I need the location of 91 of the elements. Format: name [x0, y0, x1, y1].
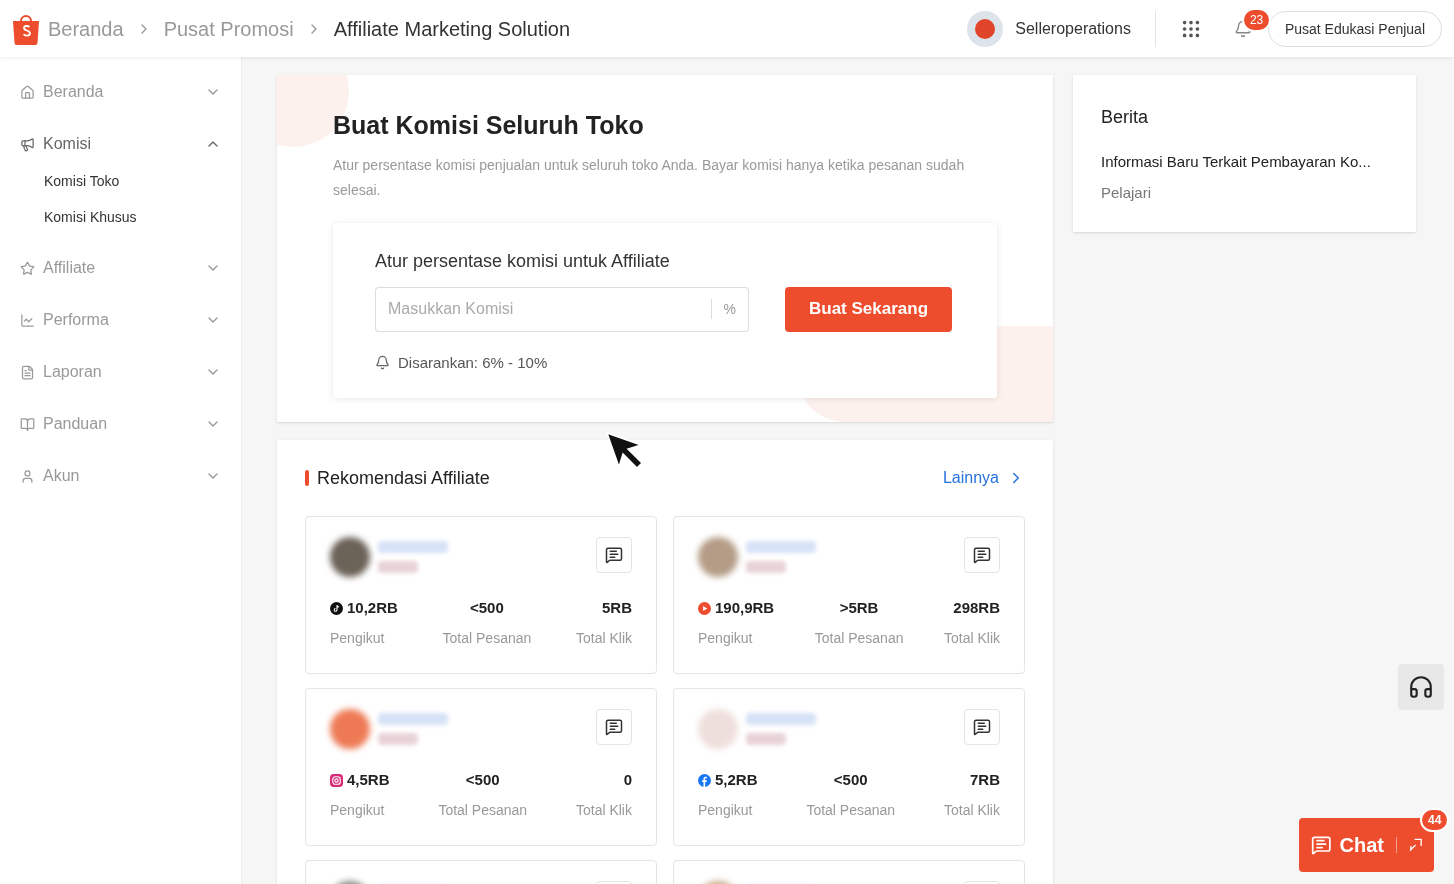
sidebar-item[interactable]: Panduan: [20, 405, 221, 443]
blurred-name-placeholder: [378, 713, 448, 725]
chat-button[interactable]: [596, 709, 632, 745]
news-title: Berita: [1101, 106, 1150, 129]
avatar-placeholder: [330, 537, 370, 577]
chat-bubble-icon: [1311, 834, 1332, 856]
sidebar-item[interactable]: Beranda: [20, 73, 221, 111]
blurred-name-placeholder: [746, 713, 816, 725]
play-icon: [698, 601, 711, 615]
stat-label: Total Pesanan: [438, 800, 528, 820]
stat-value: 10,2RB: [347, 598, 398, 618]
stat-label: Total Klik: [943, 628, 1000, 648]
sidebar-item[interactable]: Laporan: [20, 353, 221, 391]
section-title: Rekomendasi Affiliate: [317, 467, 490, 490]
stat-value: <500: [833, 770, 868, 790]
stat-label: Pengikut: [698, 628, 753, 648]
avatar-placeholder: [698, 709, 738, 749]
stat-value: 298RB: [953, 598, 1000, 618]
sidebar-subitem[interactable]: Komisi Toko: [20, 163, 221, 199]
sidebar-subitem[interactable]: Komisi Khusus: [20, 199, 221, 235]
stat-label: Total Pesanan: [806, 800, 896, 820]
f-logo-icon: [698, 773, 711, 787]
sidebar-item-icon: [20, 84, 35, 100]
sidebar-item[interactable]: Affiliate: [20, 249, 221, 287]
blurred-tags-placeholder: [378, 561, 418, 573]
headset-icon: [1408, 674, 1434, 700]
camera-icon: [330, 773, 343, 787]
sidebar-item-icon: [20, 468, 35, 484]
news-headline[interactable]: Informasi Baru Terkait Pembayaran Ko...: [1101, 151, 1388, 174]
create-now-button[interactable]: Buat Sekarang: [785, 286, 953, 332]
sidebar-item[interactable]: Komisi: [20, 125, 221, 163]
sidebar-item-icon: [20, 416, 35, 432]
username[interactable]: Selleroperations: [1015, 16, 1131, 41]
expand-icon: [1408, 838, 1422, 852]
chat-icon: [605, 718, 623, 736]
learn-link[interactable]: Pelajari: [1101, 181, 1388, 204]
avatar-placeholder: [330, 709, 370, 749]
chat-button[interactable]: [596, 537, 632, 573]
sidebar-item-icon: [20, 312, 35, 328]
avatar-figure-icon: [975, 18, 996, 39]
bell-icon: [375, 355, 390, 371]
chat-badge: 44: [1420, 808, 1450, 832]
stat-label: Total Klik: [575, 628, 632, 648]
form-label: Atur persentase komisi untuk Affiliate: [375, 249, 671, 273]
note-icon: [330, 601, 343, 615]
stat-label: Total Klik: [943, 800, 1000, 820]
more-link[interactable]: Lainnya: [942, 466, 1025, 490]
stat-value: 5RB: [602, 598, 632, 618]
sidebar-item-icon: [20, 136, 35, 152]
stat-value: 190,9RB: [715, 598, 775, 618]
stat-label: Pengikut: [330, 628, 385, 648]
blurred-tags-placeholder: [746, 733, 786, 745]
sidebar-item[interactable]: Performa: [20, 301, 221, 339]
breadcrumb-current: Affiliate Marketing Solution: [333, 16, 571, 42]
blurred-name-placeholder: [746, 541, 816, 553]
affiliate-card[interactable]: 4,5RB Pengikut <500 Total Pesanan 0 Total Klik: [305, 688, 657, 846]
shopping-bag-logo-icon: [12, 12, 40, 45]
sidebar-item[interactable]: Akun: [20, 457, 221, 495]
breadcrumb-link[interactable]: Pusat Promosi: [163, 14, 294, 43]
blurred-tags-placeholder: [746, 561, 786, 573]
stat-label: Pengikut: [698, 800, 753, 820]
stat-value: <500: [470, 598, 504, 618]
stat-value: 7RB: [969, 770, 1000, 790]
stat-label: Pengikut: [330, 800, 385, 820]
stat-value: 5,2RB: [715, 770, 758, 790]
stat-value: <500: [465, 770, 500, 790]
suggestion-hint: Disarankan: 6% - 10%: [398, 352, 548, 373]
stat-value: 0: [623, 770, 632, 790]
commission-description: Atur persentase komisi penjualan untuk seluruh toko Anda. Bayar komisi hanya ketika pesanan sudah selesai.: [333, 155, 966, 200]
commission-title: Buat Komisi Seluruh Toko: [333, 110, 645, 141]
stat-label: Total Pesanan: [814, 628, 904, 648]
blurred-name-placeholder: [378, 541, 448, 553]
sidebar-item-icon: [20, 260, 35, 276]
stat-label: Total Pesanan: [442, 628, 532, 648]
chat-icon: [973, 546, 991, 564]
affiliate-card[interactable]: 5,2RB Pengikut <500 Total Pesanan 7RB Total Klik: [673, 688, 1025, 846]
blurred-tags-placeholder: [378, 733, 418, 745]
breadcrumb-link[interactable]: Beranda: [48, 14, 124, 43]
sidebar-item-icon: [20, 364, 35, 380]
stat-value: >5RB: [839, 598, 879, 618]
notification-badge: 23: [1241, 7, 1272, 32]
stat-label: Total Klik: [575, 800, 632, 820]
stat-value: 4,5RB: [347, 770, 390, 790]
affiliate-card[interactable]: 190,9RB Pengikut >5RB Total Pesanan 298RB Total Klik: [673, 516, 1025, 674]
affiliate-card[interactable]: 10,2RB Pengikut <500 Total Pesanan 5RB Total Klik: [305, 516, 657, 674]
support-button[interactable]: [1398, 664, 1444, 710]
chat-icon: [973, 718, 991, 736]
chat-button[interactable]: [964, 537, 1000, 573]
avatar-placeholder: [698, 537, 738, 577]
chat-button[interactable]: [964, 709, 1000, 745]
chat-icon: [605, 546, 623, 564]
